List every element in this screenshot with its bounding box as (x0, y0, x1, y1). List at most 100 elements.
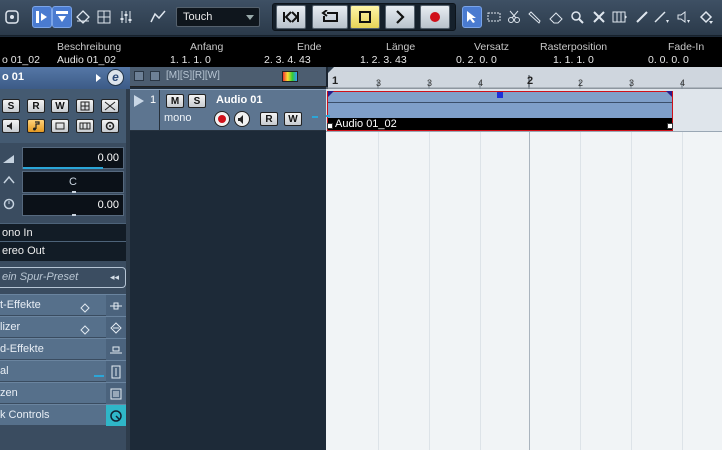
play-tool-icon[interactable] (674, 6, 694, 28)
fade-out-handle-icon[interactable] (666, 91, 672, 97)
record-button[interactable] (420, 5, 450, 29)
audio-event[interactable]: Audio 01_02 (327, 91, 673, 131)
monitor-icon[interactable] (2, 119, 20, 133)
infoline-value[interactable]: 0. 2. 0. 0 (456, 54, 497, 66)
mute-tool-icon[interactable] (589, 6, 609, 28)
read-automation-button[interactable]: R (260, 112, 278, 126)
infoline-header: Beschreibung (57, 41, 122, 53)
freeze-icon[interactable] (76, 99, 94, 113)
automation-mode-value: Touch (183, 11, 213, 23)
volume-handle-icon[interactable] (497, 92, 503, 98)
show-inspector-button[interactable] (32, 6, 52, 28)
infoline-value[interactable]: 1. 1. 1. 0 (553, 54, 594, 66)
ruler-beat-label: 2 (578, 78, 584, 88)
cursor-indicator (326, 115, 330, 117)
infoline-header: Anfang (190, 41, 224, 53)
edit-in-place-icon[interactable] (76, 119, 94, 133)
track-name[interactable]: Audio 01 (216, 94, 262, 106)
erase-tool-icon[interactable] (546, 6, 566, 28)
output-routing-field[interactable]: ereo Out (0, 241, 126, 261)
track-list-buttons-icon[interactable]: [M][S][R][W] (166, 70, 220, 81)
record-enable-button[interactable] (214, 111, 230, 127)
object-select-tool-button[interactable] (462, 6, 482, 28)
volume-meter (23, 167, 103, 169)
project-area[interactable] (326, 89, 722, 450)
cycle-button[interactable] (312, 5, 348, 29)
section-quick-controls[interactable]: k Controls (0, 404, 126, 426)
grid-line (378, 89, 379, 450)
section-label: k Controls (0, 409, 50, 421)
event-start-handle[interactable] (327, 123, 333, 129)
chevron-down-icon (246, 15, 254, 20)
inspector: o 01 e S R W 0.00 C 0.00 ono In ereo Out… (0, 67, 130, 450)
range-select-tool-icon[interactable] (484, 6, 504, 28)
automation-mode-select[interactable]: Touch (176, 7, 260, 27)
track-preset-field[interactable]: ein Spur-Preset ◂◂ (0, 267, 126, 288)
automation-icon[interactable] (148, 6, 168, 28)
pan-icon (3, 175, 15, 188)
infoline-value[interactable]: 1. 2. 3. 43 (360, 54, 407, 66)
zoom-tool-icon[interactable] (567, 6, 587, 28)
record-icon (218, 115, 226, 123)
channel-fader-icon (106, 361, 126, 382)
monitor-button[interactable] (234, 111, 250, 127)
solo-button[interactable]: S (188, 94, 206, 108)
section-send-effects[interactable]: d-Effekte (0, 338, 126, 360)
split-tool-icon[interactable] (504, 6, 524, 28)
write-automation-button[interactable]: W (51, 99, 69, 113)
quick-controls-icon (106, 405, 126, 426)
volume-field[interactable]: 0.00 (22, 147, 124, 169)
color-tool-icon[interactable] (696, 6, 716, 28)
read-automation-button[interactable]: R (27, 99, 45, 113)
section-equalizer[interactable]: lizer (0, 316, 126, 338)
chevron-right-icon (96, 74, 101, 82)
constrain-icon[interactable] (2, 6, 22, 28)
grid-line (682, 89, 683, 450)
line-tool-icon[interactable] (652, 6, 672, 28)
mute-button[interactable]: M (166, 94, 184, 108)
delay-field[interactable]: 0.00 (22, 194, 124, 216)
write-automation-button[interactable]: W (284, 112, 302, 126)
inspector-track-header[interactable]: o 01 e (0, 67, 130, 89)
delay-icon (3, 198, 15, 213)
infoline-value[interactable]: o 01_02 (2, 54, 40, 66)
section-channel[interactable]: al (0, 360, 126, 382)
input-routing-field[interactable]: ono In (0, 223, 126, 243)
section-notepad[interactable]: zen (0, 382, 126, 404)
show-infoline-button[interactable] (52, 6, 72, 28)
solo-button[interactable]: S (2, 99, 20, 113)
play-button[interactable] (385, 5, 415, 29)
grid-line (580, 89, 581, 450)
grid-line (529, 89, 530, 450)
bypass-icon[interactable] (101, 99, 119, 113)
lane-icon[interactable] (51, 119, 69, 133)
musical-mode-icon[interactable] (27, 119, 45, 133)
stop-button[interactable] (350, 5, 380, 29)
goto-start-button[interactable] (276, 5, 306, 29)
track-list-options-icon[interactable] (150, 71, 160, 81)
section-insert-effects[interactable]: t-Effekte (0, 294, 126, 316)
fade-in-handle-icon[interactable] (328, 91, 334, 97)
track-row[interactable]: 1 M S Audio 01 mono R W (130, 89, 326, 131)
channel-settings-icon[interactable] (101, 119, 119, 133)
infoline-header: Fade-In (668, 41, 705, 53)
edit-channel-icon[interactable]: e (107, 69, 124, 86)
show-mixer-icon[interactable] (116, 6, 136, 28)
expand-track-icon[interactable] (134, 95, 144, 107)
show-pool-icon[interactable] (94, 6, 114, 28)
send-effects-icon (106, 339, 126, 360)
infoline-value[interactable]: 0. 0. 0. 0 (648, 54, 689, 66)
infoline-value[interactable]: 1. 1. 1. 0 (170, 54, 211, 66)
glue-tool-icon[interactable] (525, 6, 545, 28)
track-color-icon[interactable] (282, 71, 298, 82)
ruler[interactable]: 1 3 3 4 2 2 3 4 (326, 67, 722, 89)
pan-field[interactable]: C (22, 171, 124, 193)
draw-tool-icon[interactable] (632, 6, 652, 28)
time-warp-tool-icon[interactable] (610, 6, 630, 28)
event-end-handle[interactable] (667, 123, 673, 129)
track-list-menu-icon[interactable] (134, 71, 144, 81)
infoline-value[interactable]: Audio 01_02 (57, 54, 116, 66)
show-overview-icon[interactable] (73, 6, 93, 28)
toolbar: Touch (0, 0, 722, 36)
infoline-value[interactable]: 2. 3. 4. 43 (264, 54, 311, 66)
